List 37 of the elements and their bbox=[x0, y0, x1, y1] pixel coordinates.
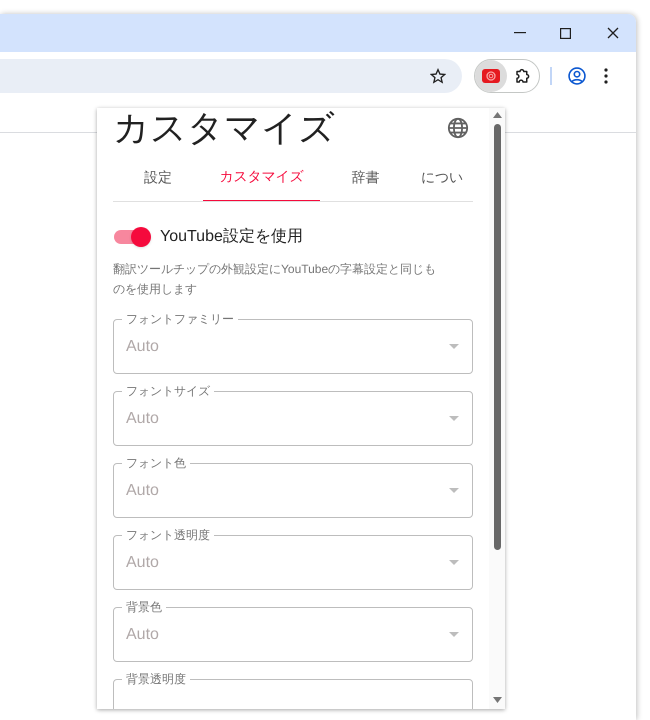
toggle-label: YouTube設定を使用 bbox=[160, 226, 303, 247]
globe-icon[interactable] bbox=[447, 117, 469, 139]
extension-icon bbox=[482, 69, 500, 83]
close-icon[interactable] bbox=[607, 27, 619, 39]
maximize-icon[interactable] bbox=[560, 28, 571, 38]
description-text: 翻訳ツールチップの外観設定にYouTubeの字幕設定と同じものを使用します bbox=[113, 261, 438, 298]
minimize-icon[interactable] bbox=[514, 32, 526, 34]
popup-title: カスタマイズ bbox=[113, 110, 335, 146]
tab[interactable]: につい bbox=[411, 152, 473, 201]
tab[interactable]: カスタマイズ bbox=[203, 152, 320, 201]
star-icon[interactable] bbox=[430, 68, 446, 84]
field-label: 背景色 bbox=[122, 599, 166, 615]
field-label: フォントファミリー bbox=[122, 311, 238, 327]
field-value: Auto bbox=[126, 408, 160, 428]
puzzle-icon[interactable] bbox=[514, 67, 532, 85]
field-value: Auto bbox=[126, 552, 160, 572]
dropdown-caret-icon bbox=[449, 488, 459, 493]
scrollbar-thumb[interactable] bbox=[494, 124, 500, 550]
menu-icon[interactable] bbox=[604, 68, 608, 84]
scroll-up-icon[interactable] bbox=[492, 112, 502, 118]
profile-icon[interactable] bbox=[568, 67, 586, 85]
field-label: フォント透明度 bbox=[122, 527, 214, 543]
field-value: Auto bbox=[126, 624, 160, 644]
toggle-switch[interactable] bbox=[113, 227, 151, 247]
scroll-down-icon[interactable] bbox=[492, 697, 502, 703]
tab[interactable]: 辞書 bbox=[320, 152, 411, 201]
field-label: フォント色 bbox=[122, 455, 190, 471]
field-value: Auto bbox=[126, 480, 160, 500]
field-value: Auto bbox=[126, 336, 160, 356]
dropdown-caret-icon bbox=[449, 560, 459, 565]
field-label: フォントサイズ bbox=[122, 383, 214, 399]
dropdown-caret-icon bbox=[449, 632, 459, 637]
dropdown-caret-icon bbox=[449, 416, 459, 421]
extension-button[interactable] bbox=[475, 60, 507, 92]
dropdown-caret-icon bbox=[449, 344, 459, 349]
tab[interactable]: 設定 bbox=[113, 152, 203, 201]
field-label: 背景透明度 bbox=[122, 671, 190, 687]
